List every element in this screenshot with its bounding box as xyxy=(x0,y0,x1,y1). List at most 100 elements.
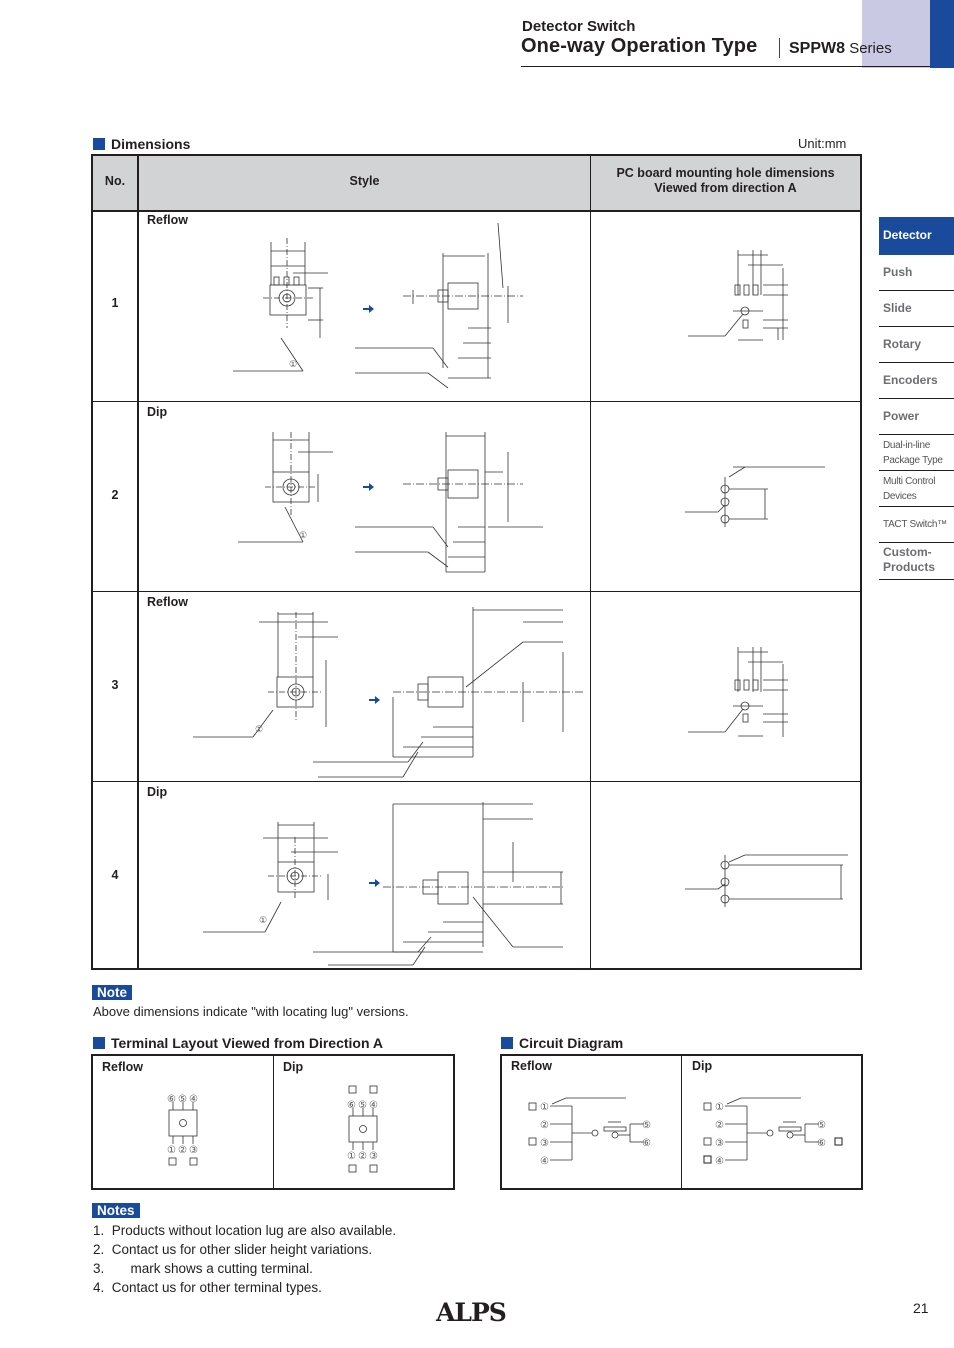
side-nav-push[interactable]: Push xyxy=(879,255,954,291)
row-style-label: Dip xyxy=(147,405,168,419)
row-number: 1 xyxy=(111,296,119,310)
alps-logo: ALPS xyxy=(436,1298,507,1327)
pc-board-hole-drawing xyxy=(685,466,825,527)
pin-6: ⑥ xyxy=(642,1138,651,1149)
dimension-drawing-dip: ① xyxy=(238,432,543,573)
side-nav-multi-control[interactable]: Multi Control Devices xyxy=(879,471,954,507)
side-nav-label: Custom- xyxy=(883,545,932,559)
row-number: 2 xyxy=(111,488,119,502)
side-nav-label: Multi Control xyxy=(883,476,936,487)
side-nav-encoders[interactable]: Encoders xyxy=(879,363,954,399)
pin-5: ⑤ xyxy=(642,1120,651,1131)
section-marker-icon xyxy=(93,1037,105,1049)
header-rule xyxy=(521,66,930,67)
notes-item: 4. Contact us for other terminal types. xyxy=(93,1280,322,1295)
row-number: 4 xyxy=(111,868,119,882)
circuit-diagram-box: Reflow Dip ① ② ③ ④ ⑤ ⑥ ① ② ③ ④ ⑤ ⑥ xyxy=(500,1054,863,1190)
box-divider xyxy=(273,1056,274,1188)
callout-marker: ① xyxy=(255,724,263,734)
pin-1: ① xyxy=(715,1102,724,1113)
section-marker-icon xyxy=(93,138,105,150)
side-nav-rotary[interactable]: Rotary xyxy=(879,327,954,363)
pin-3: ③ xyxy=(189,1145,198,1156)
circuit-diagram-title: Circuit Diagram xyxy=(519,1035,624,1051)
direction-arrow-icon xyxy=(363,305,374,313)
side-nav-label: Package Type xyxy=(883,455,943,466)
terminal-layout-title: Terminal Layout Viewed from Direction A xyxy=(111,1035,384,1051)
row-style-label: Reflow xyxy=(147,213,188,227)
pc-board-hole-drawing xyxy=(688,250,788,341)
circuit-diagram-reflow: ① ② ③ ④ ⑤ ⑥ xyxy=(528,1097,651,1167)
pin-6: ⑥ xyxy=(817,1138,826,1149)
title-separator xyxy=(779,38,780,58)
table-header: No. Style PC board mounting hole dimensi… xyxy=(93,156,860,212)
table-row: 3 Reflow ① xyxy=(93,591,860,782)
terminal-reflow-label: Reflow xyxy=(102,1060,143,1074)
side-nav-label: Devices xyxy=(883,491,917,502)
page-number: 21 xyxy=(913,1300,929,1316)
dimensions-title: Dimensions xyxy=(111,136,191,152)
row-style-label: Dip xyxy=(147,785,168,799)
pin-2: ② xyxy=(358,1151,367,1162)
dimension-drawing-dip: ① xyxy=(203,802,563,966)
pc-board-hole-drawing xyxy=(688,647,788,737)
notes-item: 3. mark shows a cutting terminal. xyxy=(93,1261,313,1276)
pin-4: ④ xyxy=(540,1156,549,1167)
side-nav-detector[interactable]: Detector xyxy=(879,217,954,255)
dimensions-heading: Dimensions xyxy=(93,136,190,152)
pin-5: ⑤ xyxy=(817,1120,826,1131)
pin-3: ③ xyxy=(369,1151,378,1162)
notes-list: 1. Products without location lug are als… xyxy=(93,1221,396,1297)
pin-3: ③ xyxy=(715,1138,724,1149)
pin-6: ⑥ xyxy=(167,1094,176,1105)
terminal-layout-reflow: ⑥ ⑤ ④ ① ② ③ xyxy=(167,1094,198,1166)
side-nav: Detector Push Slide Rotary Encoders Powe… xyxy=(879,217,954,580)
side-nav-custom-products[interactable]: Custom- Products xyxy=(879,543,954,580)
pin-2: ② xyxy=(715,1120,724,1131)
notes-item: 1. Products without location lug are als… xyxy=(93,1223,397,1238)
dimension-drawing-reflow: ① xyxy=(233,222,523,389)
note-text: Above dimensions indicate "with locating… xyxy=(93,1004,409,1019)
row-number: 3 xyxy=(111,678,119,692)
pin-1: ① xyxy=(167,1145,176,1156)
pin-3: ③ xyxy=(540,1138,549,1149)
page-title: One-way Operation Type xyxy=(521,35,758,57)
circuit-dip-label: Dip xyxy=(692,1059,713,1073)
pc-board-hole-drawing xyxy=(685,854,848,907)
circuit-reflow-label: Reflow xyxy=(511,1059,552,1073)
pin-4: ④ xyxy=(369,1100,378,1111)
direction-arrow-icon xyxy=(369,696,380,704)
circuit-diagram-dip: ① ② ③ ④ ⑤ ⑥ xyxy=(703,1097,843,1167)
side-nav-tact-switch[interactable]: TACT Switch™ xyxy=(879,507,954,543)
pin-1: ① xyxy=(540,1102,549,1113)
side-nav-power[interactable]: Power xyxy=(879,399,954,435)
side-nav-label: Products xyxy=(883,560,936,574)
pin-2: ② xyxy=(540,1120,549,1131)
pin-1: ① xyxy=(347,1151,356,1162)
series-label: Series xyxy=(849,40,892,57)
direction-arrow-icon xyxy=(363,483,374,491)
box-divider xyxy=(681,1056,682,1188)
unit-label: Unit:mm xyxy=(798,136,847,151)
header-accent-dark xyxy=(930,0,954,68)
column-header-no: No. xyxy=(104,174,126,188)
column-header-style: Style xyxy=(349,174,380,188)
circuit-diagram-heading: Circuit Diagram xyxy=(501,1035,623,1051)
callout-marker: ① xyxy=(299,530,307,540)
terminal-dip-label: Dip xyxy=(283,1060,304,1074)
callout-marker: ① xyxy=(289,359,297,369)
table-row: 2 Dip ① xyxy=(93,401,860,592)
header-category: Detector Switch xyxy=(522,18,636,35)
notes-label: Notes xyxy=(92,1203,140,1218)
note-label: Note xyxy=(92,985,132,1000)
side-nav-slide[interactable]: Slide xyxy=(879,291,954,327)
terminal-layout-heading: Terminal Layout Viewed from Direction A xyxy=(93,1035,383,1051)
pin-2: ② xyxy=(178,1145,187,1156)
side-nav-dual-in-line[interactable]: Dual-in-line Package Type xyxy=(879,435,954,471)
terminal-layout-box: Reflow Dip ⑥ ⑤ ④ ① ② ③ ⑥ ⑤ ④ ① ② ③ xyxy=(91,1054,455,1190)
dimensions-table: No. Style PC board mounting hole dimensi… xyxy=(91,154,862,970)
column-header-line: Viewed from direction A xyxy=(654,181,797,195)
section-marker-icon xyxy=(501,1037,513,1049)
pin-5: ⑤ xyxy=(178,1094,187,1105)
pin-6: ⑥ xyxy=(347,1100,356,1111)
